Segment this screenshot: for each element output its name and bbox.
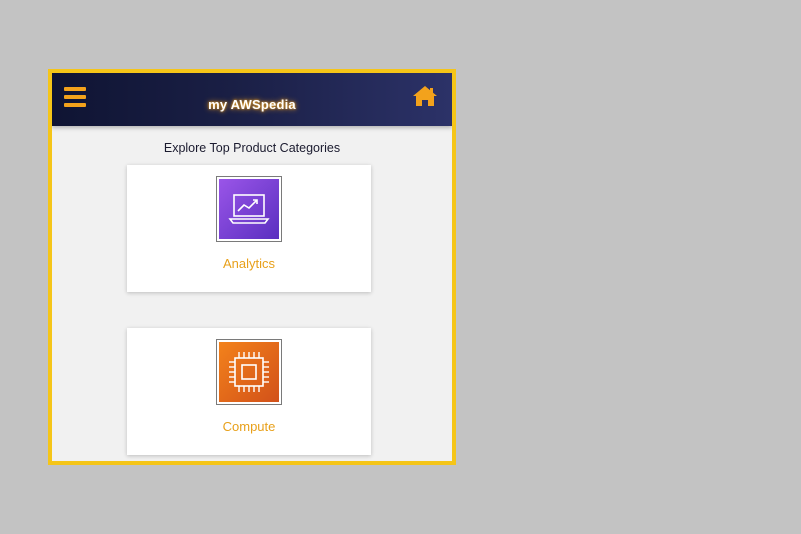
category-card-analytics[interactable]: Analytics	[127, 165, 371, 292]
app-header: my AWSpedia	[52, 73, 452, 126]
home-icon[interactable]	[412, 85, 438, 107]
category-label: Analytics	[222, 256, 276, 271]
app-frame: my AWSpedia Explore Top Product Categori…	[48, 69, 456, 465]
category-card-compute[interactable]: Compute	[127, 328, 371, 455]
analytics-laptop-chart-icon	[216, 176, 282, 242]
app-title: my AWSpedia	[208, 97, 296, 112]
category-label: Compute	[222, 419, 276, 434]
section-title: Explore Top Product Categories	[163, 141, 341, 155]
compute-chip-icon	[216, 339, 282, 405]
